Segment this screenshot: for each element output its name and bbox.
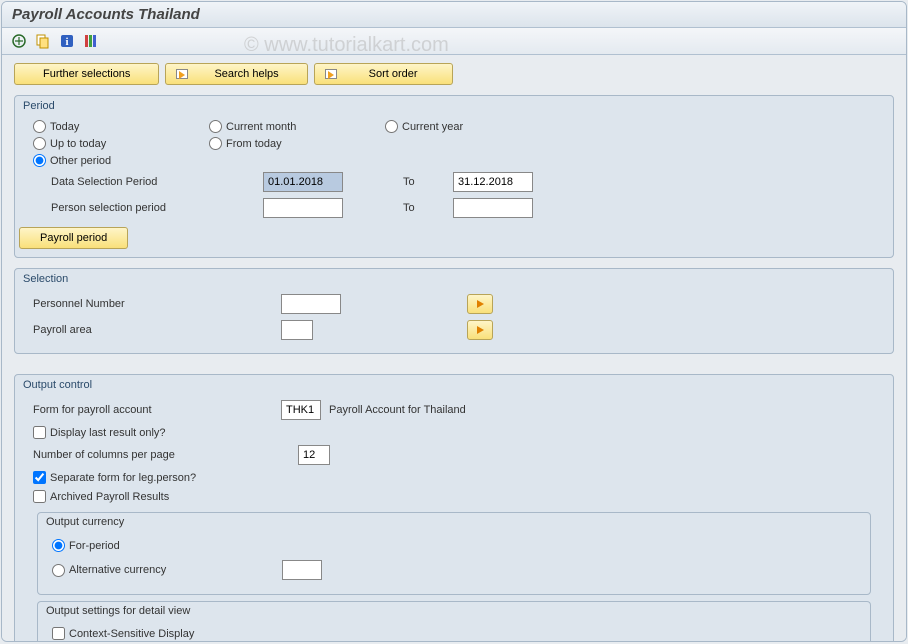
archived-results-checkbox[interactable] <box>33 490 46 503</box>
archived-results-label: Archived Payroll Results <box>50 491 169 503</box>
output-detail-group: Output settings for detail view Context-… <box>37 601 871 642</box>
period-title: Period <box>15 98 893 116</box>
output-currency-group: Output currency For-period Alternative c… <box>37 512 871 595</box>
further-selections-button[interactable]: Further selections <box>14 63 159 85</box>
radio-from-today[interactable]: From today <box>209 137 385 150</box>
arrow-right-icon <box>325 69 337 79</box>
arrow-right-icon <box>176 69 188 79</box>
selection-buttons-row: Further selections Search helps Sort ord… <box>14 63 894 85</box>
output-currency-title: Output currency <box>38 513 870 531</box>
info-icon[interactable]: i <box>58 32 76 50</box>
separate-form-label: Separate form for leg.person? <box>50 472 196 484</box>
output-control-title: Output control <box>15 377 893 395</box>
person-selection-to-input[interactable] <box>453 198 533 218</box>
icon-toolbar: i <box>2 28 906 55</box>
data-selection-period-label: Data Selection Period <box>33 176 263 188</box>
radio-up-to-today[interactable]: Up to today <box>33 137 209 150</box>
radio-current-month[interactable]: Current month <box>209 120 385 133</box>
form-payroll-account-label: Form for payroll account <box>33 404 281 416</box>
separate-form-checkbox[interactable] <box>33 471 46 484</box>
data-selection-from-input[interactable] <box>263 172 343 192</box>
sort-order-button[interactable]: Sort order <box>314 63 453 85</box>
data-selection-to-input[interactable] <box>453 172 533 192</box>
form-description: Payroll Account for Thailand <box>329 404 466 416</box>
context-sensitive-checkbox[interactable] <box>52 627 65 640</box>
payroll-period-button[interactable]: Payroll period <box>19 227 128 249</box>
execute-icon[interactable] <box>10 32 28 50</box>
period-group: Period Today Current month Current year … <box>14 95 894 258</box>
layout-icon[interactable] <box>82 32 100 50</box>
display-last-result-label: Display last result only? <box>50 427 166 439</box>
selection-group: Selection Personnel Number Payroll area <box>14 268 894 354</box>
person-selection-period-label: Person selection period <box>33 202 263 214</box>
radio-alternative-currency[interactable]: Alternative currency <box>52 564 282 577</box>
num-columns-input[interactable] <box>298 445 330 465</box>
num-columns-label: Number of columns per page <box>33 449 298 461</box>
payroll-area-input[interactable] <box>281 320 313 340</box>
radio-current-year[interactable]: Current year <box>385 120 561 133</box>
radio-other-period[interactable]: Other period <box>33 154 209 167</box>
personnel-number-input[interactable] <box>281 294 341 314</box>
alternative-currency-input[interactable] <box>282 560 322 580</box>
output-control-group: Output control Form for payroll account … <box>14 374 894 642</box>
to-label: To <box>403 176 453 188</box>
selection-title: Selection <box>15 271 893 289</box>
svg-text:i: i <box>65 36 68 48</box>
person-selection-from-input[interactable] <box>263 198 343 218</box>
radio-for-period[interactable]: For-period <box>52 539 228 552</box>
display-last-result-checkbox[interactable] <box>33 426 46 439</box>
variant-icon[interactable] <box>34 32 52 50</box>
form-payroll-account-input[interactable] <box>281 400 321 420</box>
context-sensitive-label: Context-Sensitive Display <box>69 628 194 640</box>
to-label: To <box>403 202 453 214</box>
search-helps-button[interactable]: Search helps <box>165 63 307 85</box>
page-title: Payroll Accounts Thailand <box>2 2 906 28</box>
multiple-selection-button[interactable] <box>467 294 493 314</box>
personnel-number-label: Personnel Number <box>33 298 281 310</box>
output-detail-title: Output settings for detail view <box>38 602 870 620</box>
payroll-area-label: Payroll area <box>33 324 281 336</box>
multiple-selection-button[interactable] <box>467 320 493 340</box>
radio-today[interactable]: Today <box>33 120 209 133</box>
